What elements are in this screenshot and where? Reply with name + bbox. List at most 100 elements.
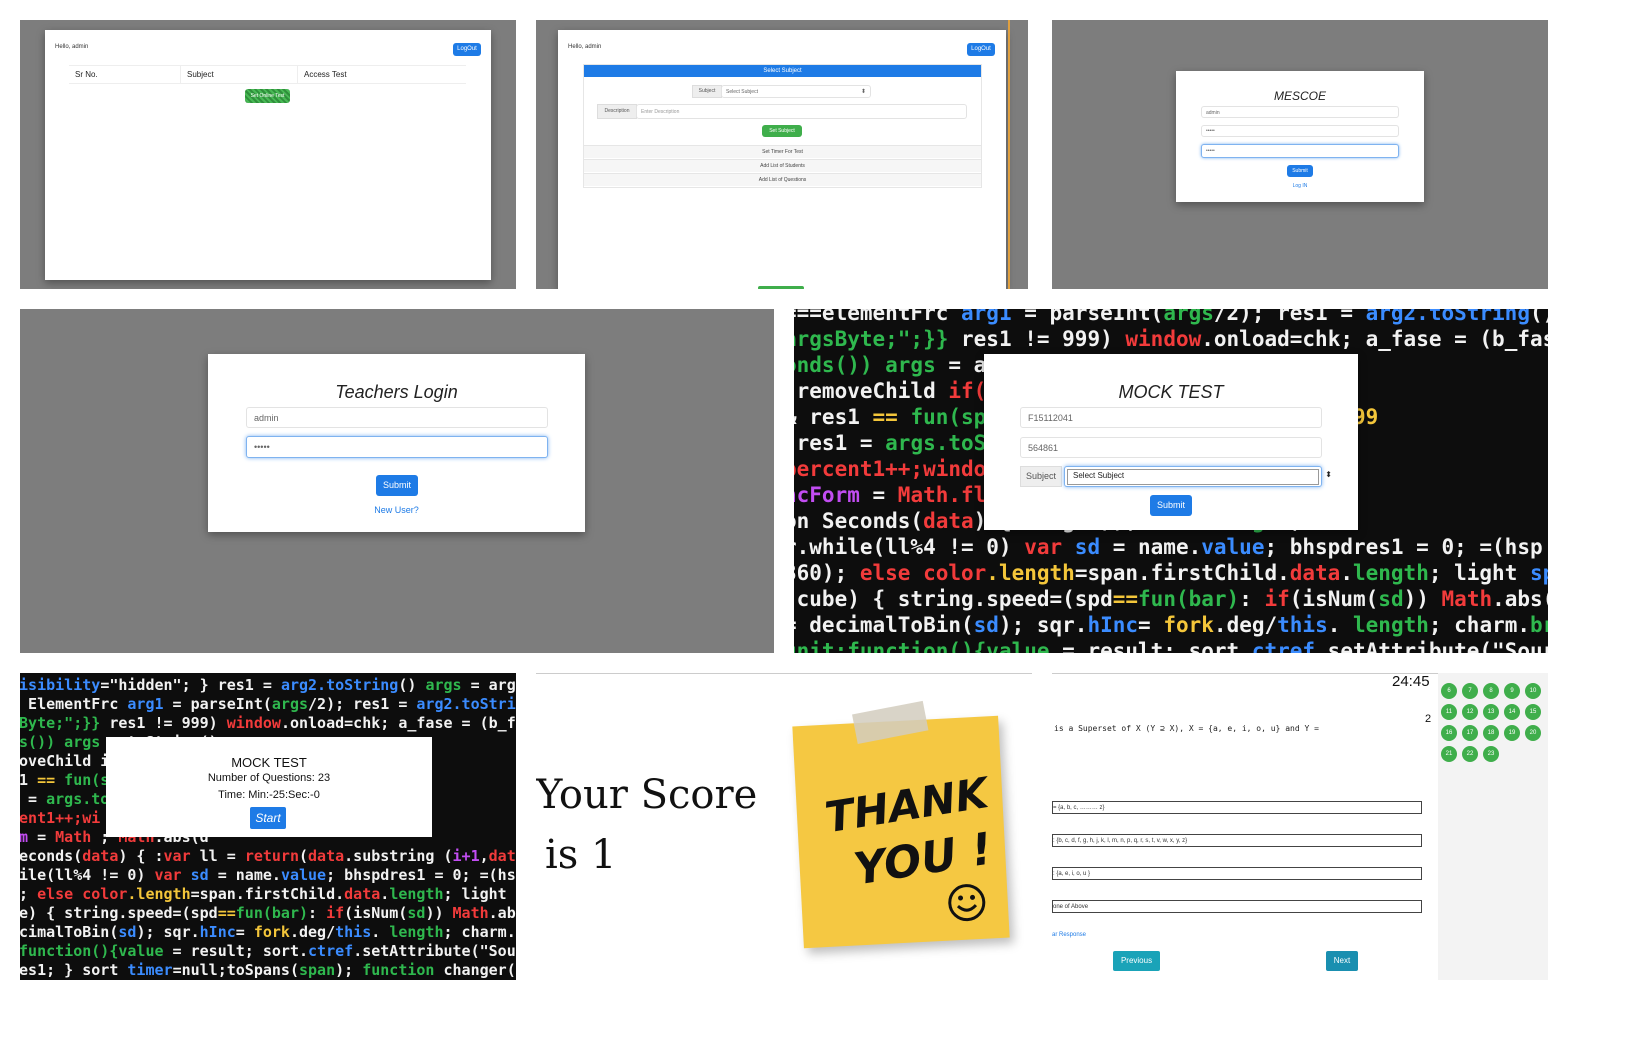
set-subject-button[interactable]: Set Subject (762, 125, 802, 137)
mock-test-title: MOCK TEST (231, 755, 307, 770)
option-text: one of Above (1053, 904, 1089, 910)
question-screen: 24:45 2 is a Superset of X (Y ⊇ X), X = … (1052, 673, 1548, 980)
question-number: 2 (1425, 713, 1432, 725)
password-field[interactable]: ••••• (246, 436, 548, 458)
question-palette-button[interactable]: 13 (1483, 704, 1499, 720)
score-screen: Your Score is 1 THANK YOU ! (536, 673, 1032, 980)
mock-test-start-card: MOCK TEST Number of Questions: 23 Time: … (106, 737, 432, 837)
column-header: Access Test (304, 70, 347, 79)
mescoe-screen: MESCOE admin ••••• ••••• Submit Log IN (1052, 20, 1548, 289)
question-palette-button[interactable]: 8 (1483, 683, 1499, 699)
select-subject-card: Hello, admin LogOut Select Subject Subje… (558, 30, 1006, 289)
next-button[interactable]: Next (1326, 951, 1358, 971)
scroll-hint-bar (758, 286, 804, 289)
mock-test-start-screen: visibility="hidden"; } res1 = arg2.toStr… (20, 673, 516, 980)
admin-table-screen: Hello, admin LogOut Sr No. Subject Acces… (20, 20, 516, 289)
greeting-text: Hello, admin (55, 44, 89, 50)
description-label: Description (597, 104, 637, 119)
add-students-link[interactable]: Add List of Students (584, 159, 981, 172)
score-line-1: Your Score (536, 772, 758, 818)
question-palette-button[interactable]: 21 (1441, 746, 1457, 762)
question-palette-button[interactable]: 9 (1504, 683, 1520, 699)
question-palette-button[interactable]: 12 (1462, 704, 1478, 720)
mescoe-card: MESCOE admin ••••• ••••• Submit Log IN (1176, 71, 1424, 202)
question-palette-button[interactable]: 16 (1441, 725, 1457, 741)
question-palette-button[interactable]: 18 (1483, 725, 1499, 741)
logout-button[interactable]: LogOut (967, 43, 995, 56)
subject-label: Subject (692, 85, 722, 98)
subjects-table-header: Sr No. Subject Access Test (69, 65, 466, 84)
question-palette-button[interactable]: 20 (1525, 725, 1541, 741)
column-header: Subject (181, 66, 298, 83)
question-palette-button[interactable]: 14 (1504, 704, 1520, 720)
timer-display: 24:45 (1392, 673, 1430, 690)
question-palette-button[interactable]: 7 (1462, 683, 1478, 699)
subject-label: Subject (1020, 466, 1062, 487)
panel-header: Select Subject (584, 65, 981, 77)
add-questions-link[interactable]: Add List of Questions (584, 173, 981, 186)
submit-button[interactable]: Submit (376, 475, 418, 496)
start-button[interactable]: Start (250, 807, 286, 829)
question-text: is a Superset of X (Y ⊇ X), X = {a, e, i… (1054, 724, 1319, 733)
set-timer-link[interactable]: Set Timer For Test (584, 145, 981, 158)
mescoe-title: MESCOE (1273, 89, 1326, 103)
tape-icon (852, 700, 929, 745)
option-text: : {b, c, d, f, g, h, j, k, l, m, n, p, q… (1053, 838, 1188, 844)
select-subject-panel: Select Subject Subject Select Subject ⬍ … (583, 64, 982, 188)
question-palette-button[interactable]: 11 (1441, 704, 1457, 720)
submit-button[interactable]: Submit (1287, 165, 1313, 177)
set-online-test-button[interactable]: Set Online Test (245, 89, 290, 103)
clear-response-link[interactable]: ar Response (1052, 932, 1086, 938)
mock-test-login-card: MOCK TEST F15112041 564861 Subject Selec… (984, 354, 1358, 530)
answer-option[interactable]: = {a, b, c, ……… z} (1052, 801, 1422, 814)
teachers-login-screen: Teachers Login admin ••••• Submit New Us… (20, 309, 774, 653)
new-user-link[interactable]: New User? (208, 505, 585, 515)
question-palette-button[interactable]: 15 (1525, 704, 1541, 720)
answer-option[interactable]: : {b, c, d, f, g, h, j, k, l, m, n, p, q… (1052, 834, 1422, 847)
score-line-2: is 1 (545, 832, 617, 878)
subject-select[interactable]: Select Subject ⬍ (721, 85, 871, 98)
subject-select-value: Select Subject (1073, 471, 1125, 480)
confirm-password-field[interactable]: ••••• (1201, 144, 1399, 158)
option-text: : {a, e, i, o, u } (1053, 871, 1091, 877)
teachers-login-card: Teachers Login admin ••••• Submit New Us… (208, 354, 585, 532)
subject-select-value: Select Subject (726, 89, 758, 95)
top-divider (1052, 673, 1438, 674)
select-caret-icon: ⬍ (1325, 470, 1332, 479)
login-title: Teachers Login (335, 382, 458, 402)
select-subject-screen: Hello, admin LogOut Select Subject Subje… (536, 20, 1028, 289)
column-header: Sr No. (69, 66, 181, 83)
orange-edge (1008, 20, 1010, 289)
username-field[interactable]: admin (1201, 106, 1399, 118)
question-palette-grid: 6 7 8 9 10 11 12 13 14 15 16 17 18 19 20 21 22 23 (1441, 683, 1548, 762)
answer-option[interactable]: one of Above (1052, 900, 1422, 913)
description-input[interactable]: Enter Description (636, 104, 967, 119)
answer-option[interactable]: : {a, e, i, o, u } (1052, 867, 1422, 880)
question-palette-button[interactable]: 17 (1462, 725, 1478, 741)
question-palette: 6 7 8 9 10 11 12 13 14 15 16 17 18 19 20 21 22 23 (1438, 673, 1548, 980)
admin-table-card: Hello, admin LogOut Sr No. Subject Acces… (45, 30, 491, 280)
smiley-icon (948, 884, 986, 922)
subject-select[interactable]: Select Subject ⬍ (1064, 466, 1332, 487)
roll-number-field[interactable]: F15112041 (1020, 407, 1322, 428)
username-field[interactable]: admin (246, 407, 548, 428)
question-palette-button[interactable]: 19 (1504, 725, 1520, 741)
logout-button[interactable]: LogOut (453, 43, 481, 56)
question-palette-button[interactable]: 10 (1525, 683, 1541, 699)
previous-button[interactable]: Previous (1113, 951, 1160, 971)
select-caret-icon: ⬍ (860, 89, 866, 95)
login-link[interactable]: Log IN (1176, 183, 1424, 189)
mock-test-title: MOCK TEST (1118, 382, 1224, 402)
option-text: = {a, b, c, ……… z} (1053, 805, 1105, 811)
top-divider (536, 673, 1032, 674)
greeting-text: Hello, admin (568, 44, 602, 50)
thank-you-sticky-note: THANK YOU ! (792, 700, 1010, 949)
question-palette-button[interactable]: 22 (1462, 746, 1478, 762)
question-palette-button[interactable]: 23 (1483, 746, 1499, 762)
subject-select-box: Select Subject ⬍ (1067, 469, 1332, 485)
submit-button[interactable]: Submit (1150, 495, 1192, 516)
time-limit: Time: Min:-25:Sec:-0 (218, 789, 320, 801)
question-palette-button[interactable]: 6 (1441, 683, 1457, 699)
password-field[interactable]: ••••• (1201, 125, 1399, 137)
code-field[interactable]: 564861 (1020, 437, 1322, 458)
